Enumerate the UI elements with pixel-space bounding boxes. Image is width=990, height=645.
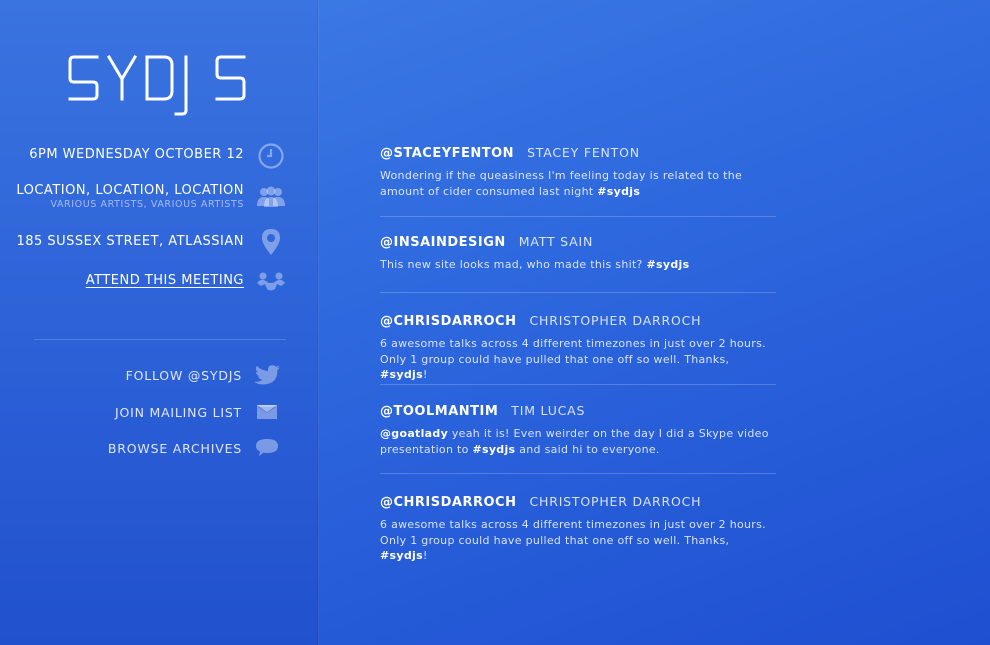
tweet-author-name: MATT SAIN — [518, 234, 594, 249]
tweet-text: 6 awesome talks across 4 different timez… — [380, 337, 766, 381]
tweet-item: @STACEYFENTON STACEY FENTON Wondering if… — [380, 145, 776, 217]
tweet-item: @INSAINDESIGN MATT SAIN This new site lo… — [380, 234, 776, 293]
hashtag-link[interactable]: #sydjs — [380, 368, 423, 381]
people-icon — [256, 182, 286, 212]
tweet-text: 6 awesome talks across 4 different timez… — [380, 518, 766, 562]
tweet-author-name: CHRISTOPHER DARROCH — [529, 494, 702, 509]
browse-archives-link[interactable]: BROWSE ARCHIVES — [108, 441, 242, 456]
tweet-item: @CHRISDARROCH CHRISTOPHER DARROCH 6 awes… — [380, 313, 776, 385]
speech-bubble-icon[interactable] — [252, 433, 282, 463]
tweet-item: @CHRISDARROCH CHRISTOPHER DARROCH 6 awes… — [380, 494, 776, 562]
tweet-text: @goatlady yeah it is! Even weirder on th… — [380, 427, 769, 456]
hashtag-link[interactable]: #sydjs — [380, 549, 423, 562]
handshake-icon — [256, 267, 286, 297]
clock-icon — [256, 141, 286, 171]
tweet-author-name: TIM LUCAS — [511, 403, 586, 418]
mention-link[interactable]: @goatlady — [380, 427, 448, 440]
event-address: 185 SUSSEX STREET, ATLASSIAN — [16, 234, 244, 249]
event-speakers: LOCATION, LOCATION, LOCATION VARIOUS ART… — [16, 183, 244, 210]
tweet-handle[interactable]: @STACEYFENTON — [380, 146, 514, 161]
twitter-bird-icon[interactable] — [252, 360, 282, 390]
join-mailing-list-link[interactable]: JOIN MAILING LIST — [115, 405, 242, 420]
tweet-handle[interactable]: @CHRISDARROCH — [380, 495, 516, 510]
event-speakers-sub: VARIOUS ARTISTS, VARIOUS ARTISTS — [50, 199, 244, 210]
event-address-text: 185 SUSSEX STREET, ATLASSIAN — [16, 234, 244, 249]
attend-meeting-label: ATTEND THIS MEETING — [85, 273, 244, 288]
tweet-author-name: STACEY FENTON — [527, 145, 640, 160]
tweet-handle[interactable]: @TOOLMANTIM — [380, 404, 498, 419]
tweet-item: @TOOLMANTIM TIM LUCAS @goatlady yeah it … — [380, 403, 776, 474]
tweet-handle[interactable]: @INSAINDESIGN — [380, 235, 506, 250]
tweet-author-name: CHRISTOPHER DARROCH — [529, 313, 702, 328]
hashtag-link[interactable]: #sydjs — [647, 258, 690, 271]
event-speakers-text: LOCATION, LOCATION, LOCATION — [16, 183, 244, 198]
sidebar: 6PM WEDNESDAY OCTOBER 12 LOCATION, LOCAT… — [0, 0, 319, 645]
envelope-icon[interactable] — [252, 397, 282, 427]
join-mailing-list-label: JOIN MAILING LIST — [114, 405, 242, 420]
tweet-text: This new site looks mad, who made this s… — [380, 258, 690, 271]
event-time: 6PM WEDNESDAY OCTOBER 12 — [29, 147, 244, 162]
hashtag-link[interactable]: #sydjs — [597, 185, 640, 198]
event-time-text: 6PM WEDNESDAY OCTOBER 12 — [29, 147, 244, 162]
follow-twitter-link[interactable]: FOLLOW @SYDJS — [126, 368, 242, 383]
map-pin-icon — [256, 227, 286, 257]
browse-archives-label: BROWSE ARCHIVES — [107, 441, 242, 456]
follow-twitter-label: FOLLOW @SYDJS — [125, 368, 242, 383]
sidebar-divider — [34, 339, 286, 340]
sydjs-logo[interactable] — [68, 52, 248, 116]
attend-meeting-link[interactable]: ATTEND THIS MEETING — [86, 273, 244, 288]
hashtag-link[interactable]: #sydjs — [472, 443, 515, 456]
tweet-text: Wondering if the queasiness I'm feeling … — [380, 169, 743, 198]
tweet-handle[interactable]: @CHRISDARROCH — [380, 314, 516, 329]
